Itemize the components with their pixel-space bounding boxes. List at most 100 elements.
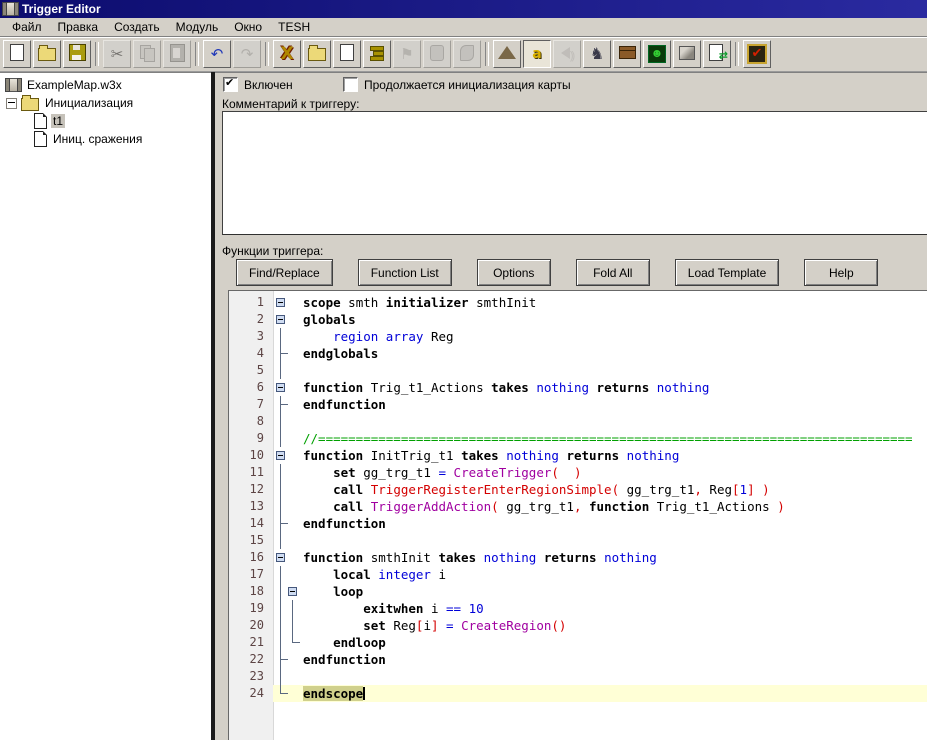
menu-item-create[interactable]: Создать [106,18,168,36]
undo-button[interactable]: ↶ [203,40,231,68]
toolbar-separator [735,42,739,66]
fold-margin[interactable] [273,685,303,702]
find-replace-button[interactable]: Find/Replace [236,259,333,286]
line-number: 3 [229,328,273,345]
comment-textarea[interactable] [222,111,927,235]
open-map-button[interactable] [33,40,61,68]
line-number: 19 [229,600,273,617]
code-line-21[interactable]: 21 endloop [229,634,927,651]
menu-item-tesh[interactable]: TESH [270,18,318,36]
line-number: 11 [229,464,273,481]
fold-margin[interactable] [273,464,303,481]
line-number: 15 [229,532,273,549]
trigger-tree-panel[interactable]: ExampleMap.w3xИнициализацияt1Иниц. сраже… [0,72,211,740]
fold-margin[interactable] [273,583,303,600]
menu-item-edit[interactable]: Правка [50,18,107,36]
fold-margin[interactable] [273,481,303,498]
delete-button[interactable]: X [273,40,301,68]
toolbar-separator [95,42,99,66]
function-list-button[interactable]: Function List [358,259,452,286]
tree-trigger-1[interactable]: Иниц. сражения [0,130,211,148]
code-line-4[interactable]: 4endglobals [229,345,927,362]
code-line-16[interactable]: 16function smthInit takes nothing return… [229,549,927,566]
line-number: 22 [229,651,273,668]
fold-margin[interactable] [273,498,303,515]
menu-item-module[interactable]: Модуль [168,18,227,36]
code-line-17[interactable]: 17 local integer i [229,566,927,583]
unit-editor-button[interactable]: ♞ [583,40,611,68]
fold-margin[interactable] [273,396,303,413]
code-line-9[interactable]: 9//=====================================… [229,430,927,447]
import-manager-button[interactable]: ☻ [643,40,671,68]
fold-margin[interactable] [273,668,303,685]
fold-margin[interactable] [273,379,303,396]
window-titlebar[interactable]: Trigger Editor [0,0,927,18]
code-line-24[interactable]: 24endscope [229,685,927,702]
item-editor-button[interactable] [613,40,641,68]
code-line-22[interactable]: 22endfunction [229,651,927,668]
fold-margin[interactable] [273,651,303,668]
fold-margin[interactable] [273,362,303,379]
object-manager-button[interactable] [673,40,701,68]
fold-margin[interactable] [273,532,303,549]
map-init-checkbox-label: Продолжается инициализация карты [364,78,571,92]
collapse-expander-icon[interactable] [6,98,17,109]
code-line-6[interactable]: 6function Trig_t1_Actions takes nothing … [229,379,927,396]
code-line-7[interactable]: 7endfunction [229,396,927,413]
fold-margin[interactable] [273,566,303,583]
fold-margin[interactable] [273,549,303,566]
new-category-button[interactable] [303,40,331,68]
fold-margin[interactable] [273,515,303,532]
new-script-button[interactable] [363,40,391,68]
options-button[interactable]: Options [477,259,551,286]
new-trigger-button[interactable] [333,40,361,68]
code-line-5[interactable]: 5 [229,362,927,379]
code-editor[interactable]: 1scope smth initializer smthInit2globals… [228,290,927,740]
fold-all-button[interactable]: Fold All [576,259,650,286]
code-line-1[interactable]: 1scope smth initializer smthInit [229,294,927,311]
new-condition-button [423,40,451,68]
save-map-button[interactable] [63,40,91,68]
terrain-editor-button[interactable] [493,40,521,68]
code-line-20[interactable]: 20 set Reg[i] = CreateRegion() [229,617,927,634]
fold-margin[interactable] [273,413,303,430]
tree-trigger-0[interactable]: t1 [0,112,211,130]
fold-margin[interactable] [273,617,303,634]
line-number: 10 [229,447,273,464]
text-editor-button[interactable]: a [523,40,551,68]
fold-margin[interactable] [273,447,303,464]
fold-margin[interactable] [273,634,303,651]
code-line-19[interactable]: 19 exitwhen i == 10 [229,600,927,617]
enabled-checkbox[interactable] [223,77,238,92]
new-event-button: ⚑ [393,40,421,68]
sound-editor-button: )) [553,40,581,68]
code-line-2[interactable]: 2globals [229,311,927,328]
code-line-8[interactable]: 8 [229,413,927,430]
fold-margin[interactable] [273,311,303,328]
fold-margin[interactable] [273,600,303,617]
trigger-editor-button[interactable]: ✔ [743,40,771,68]
export-scripts-button[interactable]: ⇄ [703,40,731,68]
code-line-13[interactable]: 13 call TriggerAddAction( gg_trg_t1, fun… [229,498,927,515]
code-line-18[interactable]: 18 loop [229,583,927,600]
fold-margin[interactable] [273,430,303,447]
functions-label: Функции триггера: [222,244,323,258]
code-line-23[interactable]: 23 [229,668,927,685]
code-line-11[interactable]: 11 set gg_trg_t1 = CreateTrigger( ) [229,464,927,481]
help-button[interactable]: Help [804,259,878,286]
code-line-15[interactable]: 15 [229,532,927,549]
code-line-3[interactable]: 3 region array Reg [229,328,927,345]
code-line-10[interactable]: 10function InitTrig_t1 takes nothing ret… [229,447,927,464]
new-document-button[interactable] [3,40,31,68]
fold-margin[interactable] [273,345,303,362]
menu-item-file[interactable]: Файл [4,18,50,36]
fold-margin[interactable] [273,294,303,311]
tree-root-map[interactable]: ExampleMap.w3x [0,76,211,94]
load-template-button[interactable]: Load Template [675,259,780,286]
fold-margin[interactable] [273,328,303,345]
code-line-14[interactable]: 14endfunction [229,515,927,532]
map-init-checkbox[interactable] [343,77,358,92]
code-line-12[interactable]: 12 call TriggerRegisterEnterRegionSimple… [229,481,927,498]
menu-item-window[interactable]: Окно [226,18,270,36]
tree-category-init[interactable]: Инициализация [0,94,211,112]
